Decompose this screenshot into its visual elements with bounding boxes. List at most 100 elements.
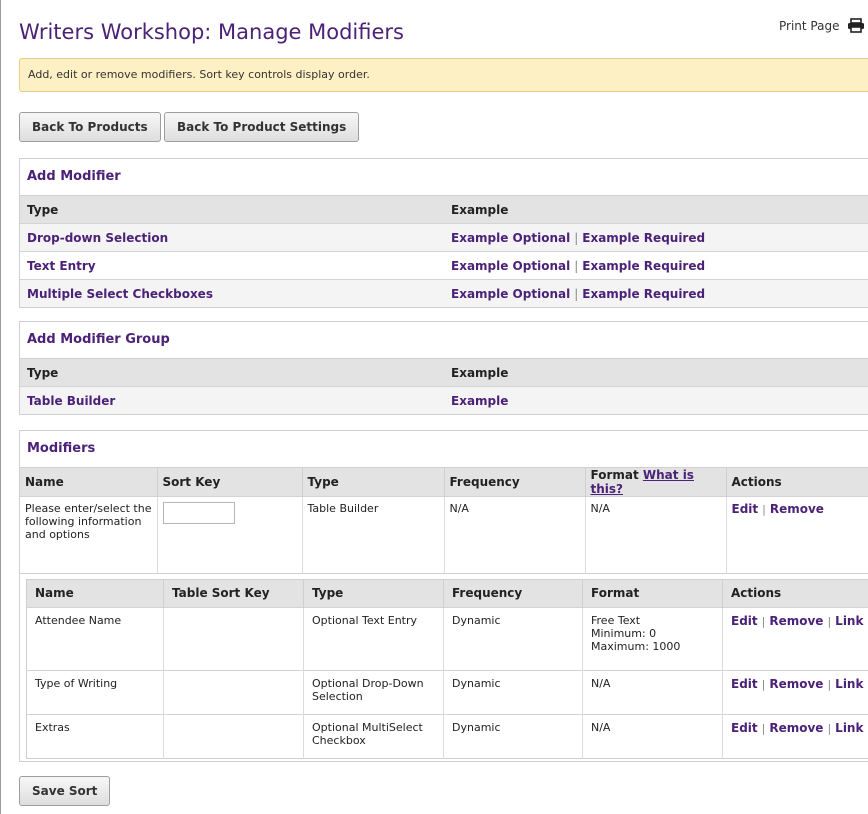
format-line: Minimum: 0 xyxy=(591,626,657,640)
actions-cell: Edit | Remove | Link xyxy=(722,606,868,670)
example-optional-link[interactable]: Example Optional xyxy=(451,287,570,301)
remove-link[interactable]: Remove xyxy=(769,614,823,628)
add-text-entry-link[interactable]: Text Entry xyxy=(27,259,96,273)
column-header-name: Name xyxy=(26,579,164,607)
separator: | xyxy=(761,614,766,628)
table-row: Please enter/select the following inform… xyxy=(20,496,868,573)
example-optional-link[interactable]: Example Optional xyxy=(451,231,570,245)
separator: | xyxy=(762,503,766,516)
type-cell: Multiple Select Checkboxes xyxy=(20,279,444,307)
item-frequency-cell: Dynamic xyxy=(443,606,583,670)
sort-key-input[interactable] xyxy=(162,502,235,524)
table-row: Multiple Select Checkboxes Example Optio… xyxy=(20,279,868,307)
info-notice: Add, edit or remove modifiers. Sort key … xyxy=(19,58,868,92)
add-drop-down-selection-link[interactable]: Drop-down Selection xyxy=(27,231,168,245)
item-type-cell: Optional Drop-Down Selection xyxy=(303,669,444,714)
page-header: Writers Workshop: Manage Modifiers Print… xyxy=(19,0,868,56)
actions-cell: Edit | Remove xyxy=(726,496,868,573)
table-row: Type of Writing Optional Drop-Down Selec… xyxy=(26,669,868,714)
print-page-label: Print Page xyxy=(779,19,840,33)
example-optional-link[interactable]: Example Optional xyxy=(451,259,570,273)
table-sort-key-cell xyxy=(163,669,304,714)
link-link[interactable]: Link xyxy=(835,721,863,735)
table-row: Table Builder Example xyxy=(20,386,868,414)
item-frequency-cell: Dynamic xyxy=(443,713,583,758)
edit-link[interactable]: Edit xyxy=(731,614,758,628)
format-line: N/A xyxy=(591,720,611,734)
modifiers-title: Modifiers xyxy=(27,441,96,456)
add-modifier-group-table: Type Example Table Builder Example xyxy=(20,358,868,414)
modifier-name-cell: Please enter/select the following inform… xyxy=(20,496,158,573)
back-to-products-button[interactable]: Back To Products xyxy=(19,112,161,142)
add-multiple-select-checkboxes-link[interactable]: Multiple Select Checkboxes xyxy=(27,287,213,301)
separator: | xyxy=(827,721,832,735)
add-group-header-row: Type Example xyxy=(20,358,868,387)
separator: | xyxy=(574,258,579,273)
add-modifier-header-row: Type Example xyxy=(20,195,868,224)
edit-link[interactable]: Edit xyxy=(731,721,758,735)
actions-cell: Edit | Remove | Link xyxy=(722,669,868,714)
add-modifier-group-title: Add Modifier Group xyxy=(27,332,170,347)
page-title: Writers Workshop: Manage Modifiers xyxy=(19,20,404,44)
item-name-cell: Type of Writing xyxy=(26,669,164,714)
table-row: Attendee Name Optional Text Entry Dynami… xyxy=(26,606,868,670)
column-header-format: Format xyxy=(582,579,723,607)
column-header-name: Name xyxy=(20,467,158,497)
print-page-link[interactable]: Print Page xyxy=(779,18,865,33)
link-link[interactable]: Link xyxy=(835,614,863,628)
table-sort-key-cell xyxy=(163,606,304,670)
column-header-sort-key: Sort Key xyxy=(157,467,303,497)
table-row: Drop-down Selection Example Optional | Exa… xyxy=(20,223,868,252)
modifier-frequency-cell: N/A xyxy=(444,496,586,573)
example-cell: Example Optional | Example Required xyxy=(444,223,868,252)
add-modifier-panel: Add Modifier Type Example Drop-down Sele… xyxy=(19,158,868,308)
column-header-frequency: Frequency xyxy=(443,579,583,607)
item-type-cell: Optional MultiSelect Checkbox xyxy=(303,713,444,758)
column-header-table-sort-key: Table Sort Key xyxy=(163,579,304,607)
edit-link[interactable]: Edit xyxy=(732,502,759,516)
add-modifier-title: Add Modifier xyxy=(27,169,121,184)
back-to-product-settings-button[interactable]: Back To Product Settings xyxy=(164,112,360,142)
separator: | xyxy=(827,614,832,628)
item-name-cell: Attendee Name xyxy=(26,606,164,670)
table-row: Extras Optional MultiSelect Checkbox Dyn… xyxy=(26,713,868,758)
remove-link[interactable]: Remove xyxy=(769,677,823,691)
column-header-type: Type xyxy=(20,358,444,387)
format-line: Maximum: 1000 xyxy=(591,639,681,653)
edit-link[interactable]: Edit xyxy=(731,677,758,691)
add-table-builder-link[interactable]: Table Builder xyxy=(27,394,115,408)
modifiers-panel: Modifiers Name Sort Key Type Frequency F… xyxy=(19,430,868,762)
column-header-type: Type xyxy=(302,467,445,497)
remove-link[interactable]: Remove xyxy=(770,502,824,516)
modifiers-table: Name Sort Key Type Frequency Format What… xyxy=(20,467,868,573)
item-format-cell: N/A xyxy=(582,669,723,714)
example-required-link[interactable]: Example Required xyxy=(582,259,705,273)
column-header-example: Example xyxy=(444,195,868,224)
link-link[interactable]: Link xyxy=(835,677,863,691)
page-content: Writers Workshop: Manage Modifiers Print… xyxy=(19,0,868,806)
example-cell: Example xyxy=(444,386,868,414)
window-border xyxy=(0,0,1,814)
separator: | xyxy=(574,286,579,301)
separator: | xyxy=(827,677,832,691)
save-sort-button[interactable]: Save Sort xyxy=(19,776,111,806)
format-label: Format xyxy=(590,468,639,482)
remove-link[interactable]: Remove xyxy=(769,721,823,735)
example-required-link[interactable]: Example Required xyxy=(582,231,705,245)
add-modifier-group-panel: Add Modifier Group Type Example Table Bu… xyxy=(19,321,868,415)
table-row: Text Entry Example Optional | Example Requ… xyxy=(20,251,868,280)
column-header-actions: Actions xyxy=(722,579,868,607)
example-required-link[interactable]: Example Required xyxy=(582,287,705,301)
modifier-group-items-table: Name Table Sort Key Type Frequency Forma… xyxy=(26,578,868,759)
nested-header-row: Name Table Sort Key Type Frequency Forma… xyxy=(26,579,868,607)
modifier-type-cell: Table Builder xyxy=(302,496,445,573)
modifier-format-cell: N/A xyxy=(585,496,727,573)
column-header-type: Type xyxy=(20,195,444,224)
column-header-actions: Actions xyxy=(726,467,868,497)
item-name-cell: Extras xyxy=(26,713,164,758)
separator: | xyxy=(761,721,766,735)
column-header-type: Type xyxy=(303,579,444,607)
actions-cell: Edit | Remove | Link xyxy=(722,713,868,758)
example-link[interactable]: Example xyxy=(451,394,508,408)
item-format-cell: N/A xyxy=(582,713,723,758)
